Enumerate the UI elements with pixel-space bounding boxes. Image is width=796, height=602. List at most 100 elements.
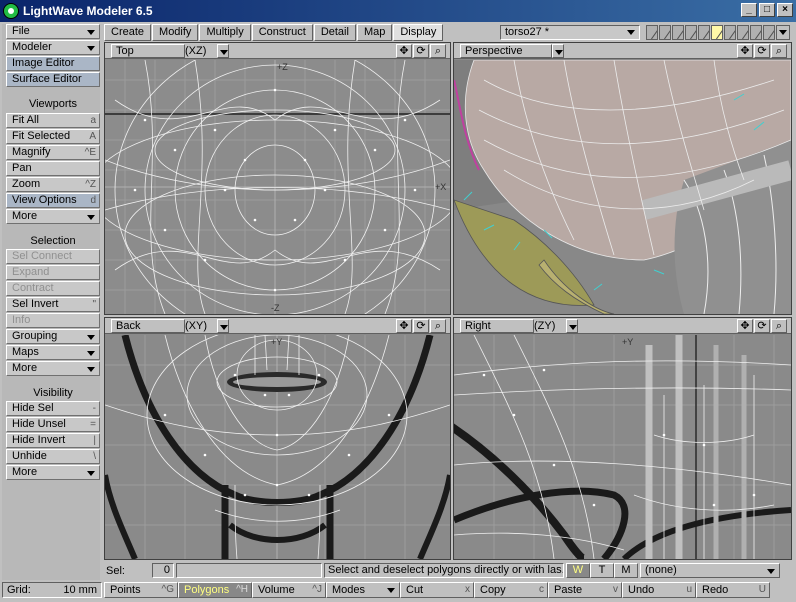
- cut-button[interactable]: Cut x: [400, 582, 474, 598]
- lightwave-app-icon[interactable]: [3, 3, 19, 19]
- layer-3-button[interactable]: [672, 25, 684, 40]
- hide-sel-button[interactable]: Hide Sel -: [6, 401, 100, 416]
- chevron-down-icon: [765, 564, 777, 578]
- move-icon[interactable]: ✥: [737, 319, 753, 333]
- tab-map[interactable]: Map: [356, 24, 393, 41]
- chevron-down-icon[interactable]: [217, 318, 229, 333]
- layer-7-button[interactable]: [724, 25, 736, 40]
- layer-menu-chevron-down-icon[interactable]: [776, 25, 790, 40]
- viewport-axes: (ZY): [534, 319, 556, 332]
- points-mode-button[interactable]: Points ^G: [104, 582, 178, 598]
- layer-10-button[interactable]: [763, 25, 775, 40]
- rotate-icon[interactable]: ⟳: [754, 44, 770, 58]
- morph-m-button[interactable]: M: [614, 563, 638, 578]
- label: Polygons: [184, 584, 230, 596]
- layer-2-button[interactable]: [659, 25, 671, 40]
- surface-editor-button[interactable]: Surface Editor: [6, 72, 100, 87]
- back-wireframe[interactable]: +Y: [105, 335, 450, 559]
- polygons-mode-button[interactable]: Polygons ^H: [178, 582, 252, 598]
- grouping-menu[interactable]: Grouping: [6, 329, 100, 344]
- tab-create[interactable]: Create: [104, 24, 152, 41]
- tab-display[interactable]: Display: [393, 24, 444, 41]
- contract-button[interactable]: Contract: [6, 281, 100, 296]
- selection-more-menu[interactable]: More: [6, 361, 100, 376]
- viewports-more-menu[interactable]: More: [6, 209, 100, 224]
- copy-button[interactable]: Copy c: [474, 582, 548, 598]
- sel-invert-button[interactable]: Sel Invert ": [6, 297, 100, 312]
- fit-selected-button[interactable]: Fit Selected A: [6, 129, 100, 144]
- move-icon[interactable]: ✥: [396, 44, 412, 58]
- modeler-menu[interactable]: Modeler: [6, 40, 100, 55]
- close-button[interactable]: ×: [777, 3, 793, 17]
- modes-menu[interactable]: Modes: [326, 582, 400, 598]
- right-wireframe[interactable]: +Y: [454, 335, 791, 559]
- pan-button[interactable]: Pan: [6, 161, 100, 176]
- fit-all-button[interactable]: Fit All a: [6, 113, 100, 128]
- layer-6-button[interactable]: [711, 25, 723, 40]
- layer-5-button[interactable]: [698, 25, 710, 40]
- status-message: Select and deselect polygons directly or…: [324, 563, 564, 578]
- unhide-button[interactable]: Unhide \: [6, 449, 100, 464]
- rotate-icon[interactable]: ⟳: [413, 319, 429, 333]
- layer-8-button[interactable]: [737, 25, 749, 40]
- move-icon[interactable]: ✥: [396, 319, 412, 333]
- viewport-type-selector[interactable]: Perspective: [460, 43, 552, 58]
- info-button[interactable]: Info: [6, 313, 100, 328]
- layer-4-button[interactable]: [685, 25, 697, 40]
- viewport-back[interactable]: Back (XY) ✥ ⟳ ⌕ +Y: [104, 317, 451, 560]
- viewport-perspective[interactable]: Perspective ✥ ⟳ ⌕: [453, 42, 792, 315]
- viewport-type-selector[interactable]: Right: [460, 318, 534, 333]
- magnify-button[interactable]: Magnify ^E: [6, 145, 100, 160]
- viewport-type-selector[interactable]: Top: [111, 43, 185, 58]
- chevron-down-icon[interactable]: [217, 43, 229, 58]
- layer-9-button[interactable]: [750, 25, 762, 40]
- zoom-icon[interactable]: ⌕: [771, 319, 787, 333]
- vmap-selector[interactable]: (none): [640, 563, 780, 578]
- viewport-right[interactable]: Right (ZY) ✥ ⟳ ⌕ +Y: [453, 317, 792, 560]
- grid-value: 10 mm: [63, 584, 97, 596]
- maximize-button[interactable]: □: [759, 3, 775, 17]
- shortcut: U: [758, 584, 766, 595]
- axis-label: +X: [435, 182, 446, 192]
- tab-construct[interactable]: Construct: [251, 24, 313, 41]
- wireframe-w-button[interactable]: W: [566, 563, 590, 578]
- axis-label: +Z: [277, 62, 288, 72]
- chevron-down-icon[interactable]: [552, 43, 564, 58]
- shortcut: ^E: [84, 147, 96, 158]
- viewport-type-selector[interactable]: Back: [111, 318, 185, 333]
- expand-button[interactable]: Expand: [6, 265, 100, 280]
- tab-modify[interactable]: Modify: [152, 24, 199, 41]
- hide-unsel-button[interactable]: Hide Unsel =: [6, 417, 100, 432]
- visibility-more-menu[interactable]: More: [6, 465, 100, 480]
- move-icon[interactable]: ✥: [737, 44, 753, 58]
- chevron-down-icon[interactable]: [566, 318, 578, 333]
- texture-t-button[interactable]: T: [590, 563, 614, 578]
- zoom-icon[interactable]: ⌕: [430, 44, 446, 58]
- top-wireframe[interactable]: +Z +X -Z: [105, 60, 450, 314]
- minimize-button[interactable]: _: [741, 3, 757, 17]
- tab-multiply[interactable]: Multiply: [199, 24, 251, 41]
- paste-button[interactable]: Paste v: [548, 582, 622, 598]
- zoom-icon[interactable]: ⌕: [771, 44, 787, 58]
- rotate-icon[interactable]: ⟳: [413, 44, 429, 58]
- object-selector[interactable]: torso27 *: [500, 25, 640, 40]
- shortcut: c: [539, 584, 544, 595]
- status-blank-field: [176, 563, 322, 578]
- shortcut: ^J: [312, 584, 322, 595]
- hide-invert-button[interactable]: Hide Invert |: [6, 433, 100, 448]
- viewport-top[interactable]: Top (XZ) ✥ ⟳ ⌕ +Z +X -Z: [104, 42, 451, 315]
- sel-connect-button[interactable]: Sel Connect: [6, 249, 100, 264]
- perspective-shaded-view[interactable]: [454, 60, 791, 314]
- zoom-icon[interactable]: ⌕: [430, 319, 446, 333]
- file-menu[interactable]: File: [6, 24, 100, 39]
- view-options-button[interactable]: View Options d: [6, 193, 100, 208]
- redo-button[interactable]: Redo U: [696, 582, 770, 598]
- layer-1-button[interactable]: [646, 25, 658, 40]
- rotate-icon[interactable]: ⟳: [754, 319, 770, 333]
- undo-button[interactable]: Undo u: [622, 582, 696, 598]
- maps-menu[interactable]: Maps: [6, 345, 100, 360]
- volume-mode-button[interactable]: Volume ^J: [252, 582, 326, 598]
- zoom-button[interactable]: Zoom ^Z: [6, 177, 100, 192]
- tab-detail[interactable]: Detail: [313, 24, 356, 41]
- image-editor-button[interactable]: Image Editor: [6, 56, 100, 71]
